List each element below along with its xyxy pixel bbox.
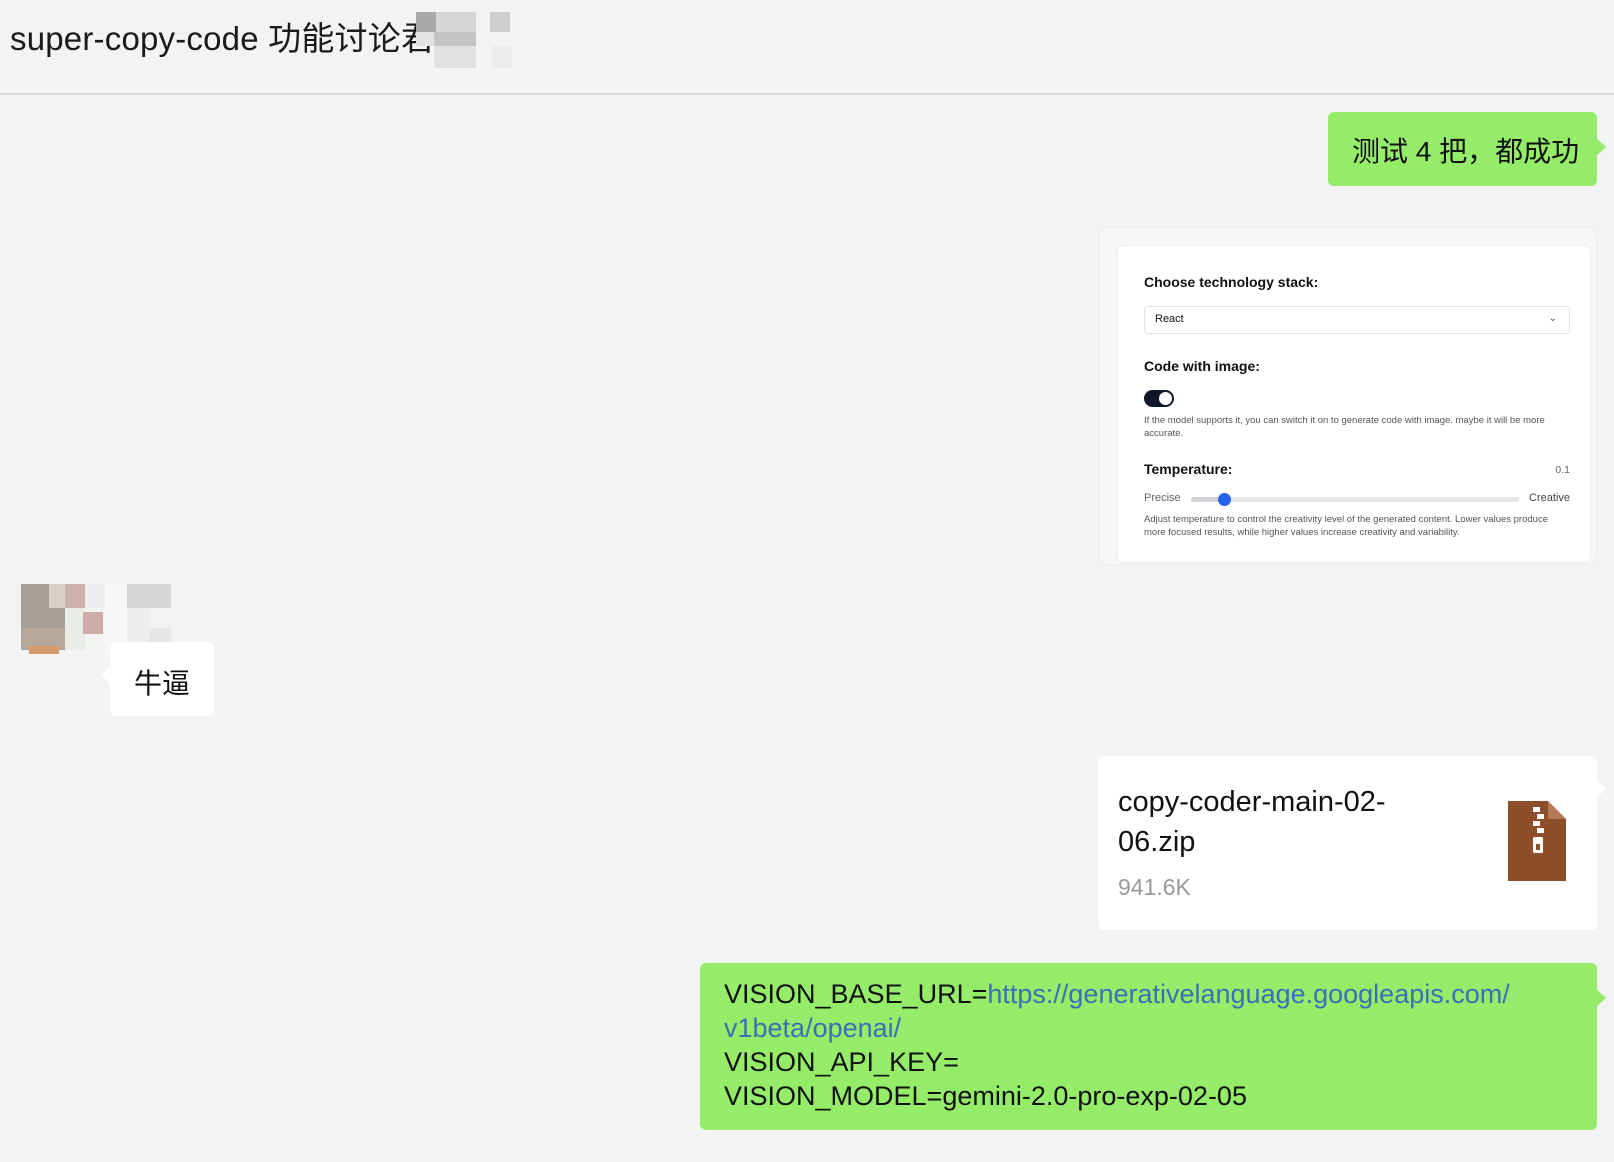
code-with-image-toggle: [1144, 390, 1174, 407]
sent-message[interactable]: 测试 4 把，都成功: [1328, 112, 1606, 186]
chevron-down-icon: ⌄: [1548, 313, 1557, 324]
temperature-max-label: Creative: [1529, 492, 1570, 504]
env-model-line: VISION_MODEL=gemini-2.0-pro-exp-02-05: [724, 1081, 1247, 1111]
url-link[interactable]: https://generativelanguage.googleapis.co…: [987, 979, 1509, 1009]
tech-stack-value: React: [1155, 313, 1184, 325]
chat-title: super-copy-code 功能讨论君: [10, 20, 435, 57]
received-message[interactable]: 牛逼: [101, 642, 214, 716]
env-api-key-line: VISION_API_KEY=: [724, 1047, 959, 1077]
temperature-value: 0.1: [1555, 464, 1570, 476]
file-message[interactable]: copy-coder-main-02-06.zip 941.6K: [1098, 756, 1606, 930]
temperature-label: Temperature:: [1144, 461, 1233, 477]
settings-screenshot: Choose technology stack: React ⌄ Code wi…: [1117, 245, 1591, 563]
slider-thumb: [1217, 493, 1231, 506]
code-with-image-help: If the model supports it, you can switch…: [1144, 415, 1545, 439]
file-name: copy-coder-main-02-06.zip: [1118, 786, 1386, 858]
temperature-min-label: Precise: [1144, 492, 1181, 504]
env-base-url-line: VISION_BASE_URL=https://generativelangua…: [724, 977, 1575, 1011]
sent-message[interactable]: VISION_BASE_URL=https://generativelangua…: [700, 963, 1606, 1130]
code-with-image-label: Code with image:: [1144, 358, 1260, 374]
url-link-continuation[interactable]: v1beta/openai/: [724, 1011, 1575, 1045]
tech-stack-select: React ⌄: [1144, 306, 1570, 334]
file-size: 941.6K: [1118, 874, 1191, 900]
chat-header: super-copy-code 功能讨论君: [0, 0, 1614, 95]
env-key: VISION_BASE_URL=: [724, 979, 988, 1009]
message-text: 测试 4 把，都成功: [1352, 136, 1580, 167]
temperature-help: Adjust temperature to control the creati…: [1144, 514, 1548, 538]
zip-archive-icon: [1508, 801, 1566, 881]
temperature-slider: [1191, 493, 1519, 506]
tech-stack-label: Choose technology stack:: [1144, 274, 1319, 290]
image-message[interactable]: Choose technology stack: React ⌄ Code wi…: [1099, 227, 1597, 565]
message-text: 牛逼: [134, 668, 191, 699]
